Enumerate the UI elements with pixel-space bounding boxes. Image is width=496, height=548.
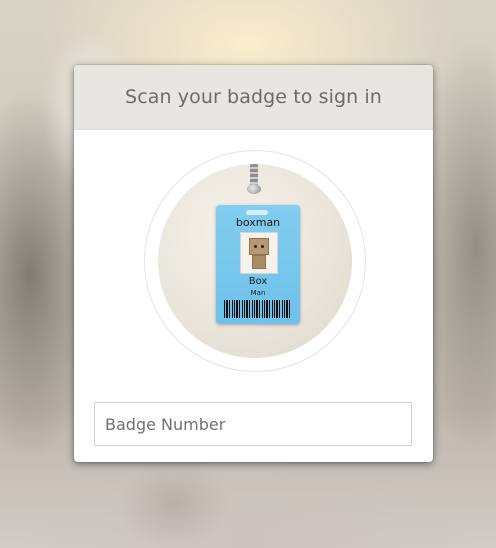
- badge-last-name: Man: [250, 289, 266, 297]
- badge-portrait: [240, 232, 278, 274]
- boxman-head-icon: [249, 238, 269, 255]
- badge-photo-circle: boxman Box Man: [158, 164, 352, 358]
- id-badge: boxman Box Man: [216, 205, 300, 324]
- lanyard-clip: [247, 184, 261, 194]
- lanyard-chain: [250, 164, 258, 186]
- badge-name-text: boxman: [235, 216, 281, 229]
- badge-illustration: boxman Box Man: [144, 150, 366, 372]
- badge-number-input[interactable]: [94, 402, 412, 446]
- badge-first-name: Box: [248, 276, 268, 287]
- barcode: [224, 300, 292, 318]
- card-header: Scan your badge to sign in: [74, 65, 433, 130]
- badge-slot: [246, 210, 268, 215]
- boxman-body-icon: [252, 255, 266, 269]
- sign-in-card: Scan your badge to sign in boxman Box Ma…: [74, 65, 433, 462]
- page-title: Scan your badge to sign in: [125, 86, 382, 108]
